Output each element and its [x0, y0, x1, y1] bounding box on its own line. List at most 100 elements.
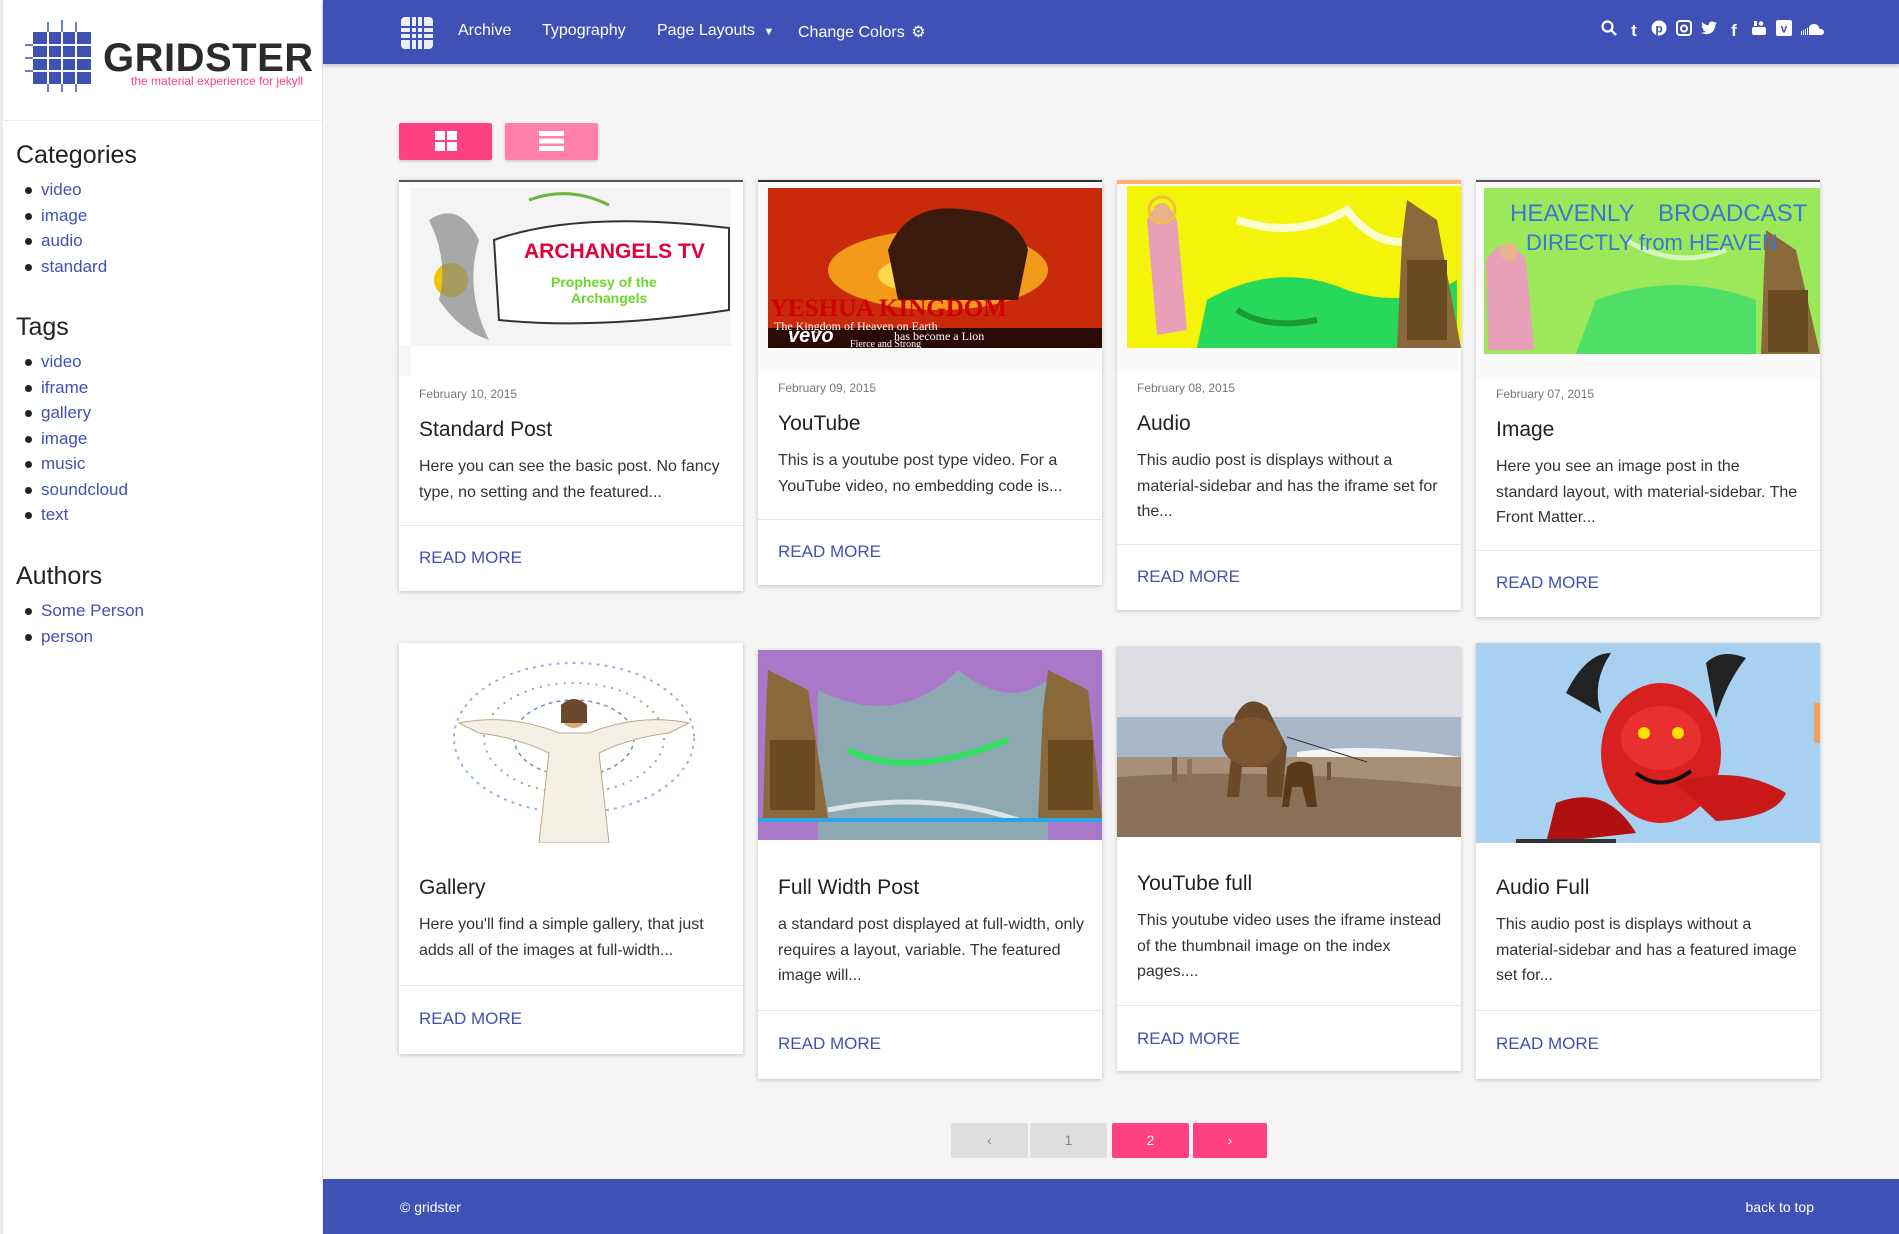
- categories-title: Categories: [16, 141, 137, 169]
- read-more-link[interactable]: READ MORE: [1137, 567, 1240, 587]
- post-card: Gallery Here you'll find a simple galler…: [399, 643, 743, 1054]
- post-date: February 09, 2015: [778, 381, 877, 395]
- tag-link-music[interactable]: music: [16, 454, 128, 480]
- thumbnail-subtitle-3: Fierce and Strong: [850, 339, 921, 350]
- post-card: YESHUA KINGDOM The Kingdom of Heaven on …: [758, 180, 1102, 585]
- soundcloud-icon[interactable]: [1801, 20, 1825, 42]
- tag-link-video[interactable]: video: [16, 352, 128, 378]
- divider: [1117, 1005, 1461, 1006]
- post-thumbnail[interactable]: [1476, 643, 1820, 843]
- divider: [3, 120, 323, 121]
- tumblr-icon[interactable]: t: [1626, 20, 1642, 42]
- read-more-link[interactable]: READ MORE: [778, 542, 881, 562]
- thumbnail-subtitle-2: Archangels: [571, 290, 647, 306]
- svg-text:p: p: [1655, 22, 1662, 36]
- vimeo-icon[interactable]: v: [1776, 20, 1792, 42]
- post-title[interactable]: Image: [1496, 418, 1554, 442]
- pagination-page-1[interactable]: 1: [1030, 1123, 1107, 1158]
- nav-archive[interactable]: Archive: [458, 22, 511, 40]
- divider: [758, 519, 1102, 520]
- nav-typography[interactable]: Typography: [542, 22, 626, 40]
- post-card: ARCHANGELS TV Prophesy of the Archangels…: [399, 180, 743, 591]
- thumbnail-title: ARCHANGELS TV: [524, 240, 705, 263]
- pagination-next-button[interactable]: ›: [1193, 1123, 1267, 1158]
- tags-title: Tags: [16, 313, 69, 341]
- category-link-video[interactable]: video: [16, 180, 137, 206]
- gridster-logo-icon: [25, 20, 97, 92]
- post-thumbnail[interactable]: [1117, 647, 1461, 837]
- post-thumbnail[interactable]: HEAVENLY BROADCAST DIRECTLY from HEAVEN: [1476, 180, 1820, 380]
- authors-list: Some Person person: [16, 601, 144, 652]
- category-link-standard[interactable]: standard: [16, 257, 137, 283]
- sidebar: GRIDSTER the material experience for jek…: [0, 0, 323, 1234]
- nav-page-layouts[interactable]: Page Layouts ▼: [657, 22, 774, 40]
- thumbnail-title: YESHUA KINGDOM: [770, 295, 1007, 322]
- author-link-person[interactable]: person: [16, 627, 144, 653]
- nav-page-layouts-label: Page Layouts: [657, 22, 755, 39]
- tag-link-soundcloud[interactable]: soundcloud: [16, 480, 128, 506]
- tag-link-gallery[interactable]: gallery: [16, 403, 128, 429]
- post-title[interactable]: YouTube: [778, 412, 861, 436]
- categories-section: Categories video image audio standard: [16, 141, 137, 282]
- list-view-button[interactable]: [505, 123, 598, 160]
- post-title[interactable]: Standard Post: [419, 418, 552, 442]
- post-title[interactable]: Audio Full: [1496, 876, 1589, 900]
- facebook-icon[interactable]: f: [1726, 20, 1742, 42]
- read-more-link[interactable]: READ MORE: [1137, 1029, 1240, 1049]
- search-icon[interactable]: [1601, 20, 1617, 42]
- post-title[interactable]: Full Width Post: [778, 876, 919, 900]
- pagination-page-2[interactable]: 2: [1112, 1123, 1189, 1158]
- tag-link-iframe[interactable]: iframe: [16, 378, 128, 404]
- read-more-link[interactable]: READ MORE: [419, 1009, 522, 1029]
- read-more-link[interactable]: READ MORE: [1496, 1034, 1599, 1054]
- post-title[interactable]: Gallery: [419, 876, 486, 900]
- read-more-link[interactable]: READ MORE: [778, 1034, 881, 1054]
- tags-list: video iframe gallery image music soundcl…: [16, 352, 128, 531]
- post-thumbnail[interactable]: [1117, 180, 1461, 372]
- read-more-link[interactable]: READ MORE: [419, 548, 522, 568]
- category-link-audio[interactable]: audio: [16, 231, 137, 257]
- thumbnail-subtitle: Prophesy of the: [551, 274, 657, 290]
- tag-link-text[interactable]: text: [16, 505, 128, 531]
- authors-section: Authors Some Person person: [16, 562, 144, 652]
- vevo-logo: vevo: [788, 325, 834, 347]
- post-excerpt: This is a youtube post type video. For a…: [778, 452, 1063, 495]
- post-title[interactable]: Audio: [1137, 412, 1191, 436]
- twitter-icon[interactable]: [1701, 20, 1717, 42]
- thumbnail-title-2: BROADCAST: [1658, 200, 1808, 227]
- pinterest-icon[interactable]: p: [1651, 20, 1667, 42]
- brand[interactable]: GRIDSTER the material experience for jek…: [25, 18, 315, 96]
- read-more-link[interactable]: READ MORE: [1496, 573, 1599, 593]
- categories-list: video image audio standard: [16, 180, 137, 282]
- caret-down-icon: ▼: [763, 26, 775, 38]
- grid-view-button[interactable]: [399, 123, 492, 160]
- post-title[interactable]: YouTube full: [1137, 872, 1252, 896]
- post-thumbnail[interactable]: [758, 650, 1102, 840]
- grid-icon: [435, 131, 457, 151]
- youtube-icon[interactable]: [1751, 20, 1767, 42]
- instagram-icon[interactable]: [1676, 20, 1692, 42]
- category-link-image[interactable]: image: [16, 206, 137, 232]
- post-thumbnail[interactable]: YESHUA KINGDOM The Kingdom of Heaven on …: [758, 180, 1102, 372]
- post-date: February 10, 2015: [419, 387, 518, 401]
- post-card: February 08, 2015 Audio This audio post …: [1117, 180, 1461, 610]
- pagination-prev-button[interactable]: ‹: [951, 1123, 1028, 1158]
- top-navbar: Archive Typography Page Layouts ▼ Change…: [323, 0, 1899, 64]
- nav-change-colors-label: Change Colors: [798, 24, 905, 41]
- footer-copyright: © gridster: [400, 1199, 461, 1215]
- divider: [1476, 550, 1820, 551]
- author-link-some-person[interactable]: Some Person: [16, 601, 144, 627]
- tag-link-image[interactable]: image: [16, 429, 128, 455]
- post-thumbnail[interactable]: ARCHANGELS TV Prophesy of the Archangels: [399, 180, 743, 380]
- list-icon: [539, 131, 564, 151]
- brand-tagline: the material experience for jekyll: [131, 74, 304, 88]
- back-to-top-link[interactable]: back to top: [1746, 1199, 1815, 1215]
- nav-change-colors[interactable]: Change Colors ⚙: [798, 22, 926, 42]
- post-excerpt: Here you see an image post in the standa…: [1496, 458, 1798, 526]
- post-thumbnail[interactable]: [399, 643, 743, 843]
- tags-section: Tags video iframe gallery image music so…: [16, 313, 128, 531]
- post-card: HEAVENLY BROADCAST DIRECTLY from HEAVEN …: [1476, 180, 1820, 617]
- chevron-right-icon: ›: [1227, 1132, 1233, 1148]
- grid-logo-icon[interactable]: [400, 16, 434, 50]
- post-excerpt: a standard post displayed at full-width,…: [778, 916, 1084, 984]
